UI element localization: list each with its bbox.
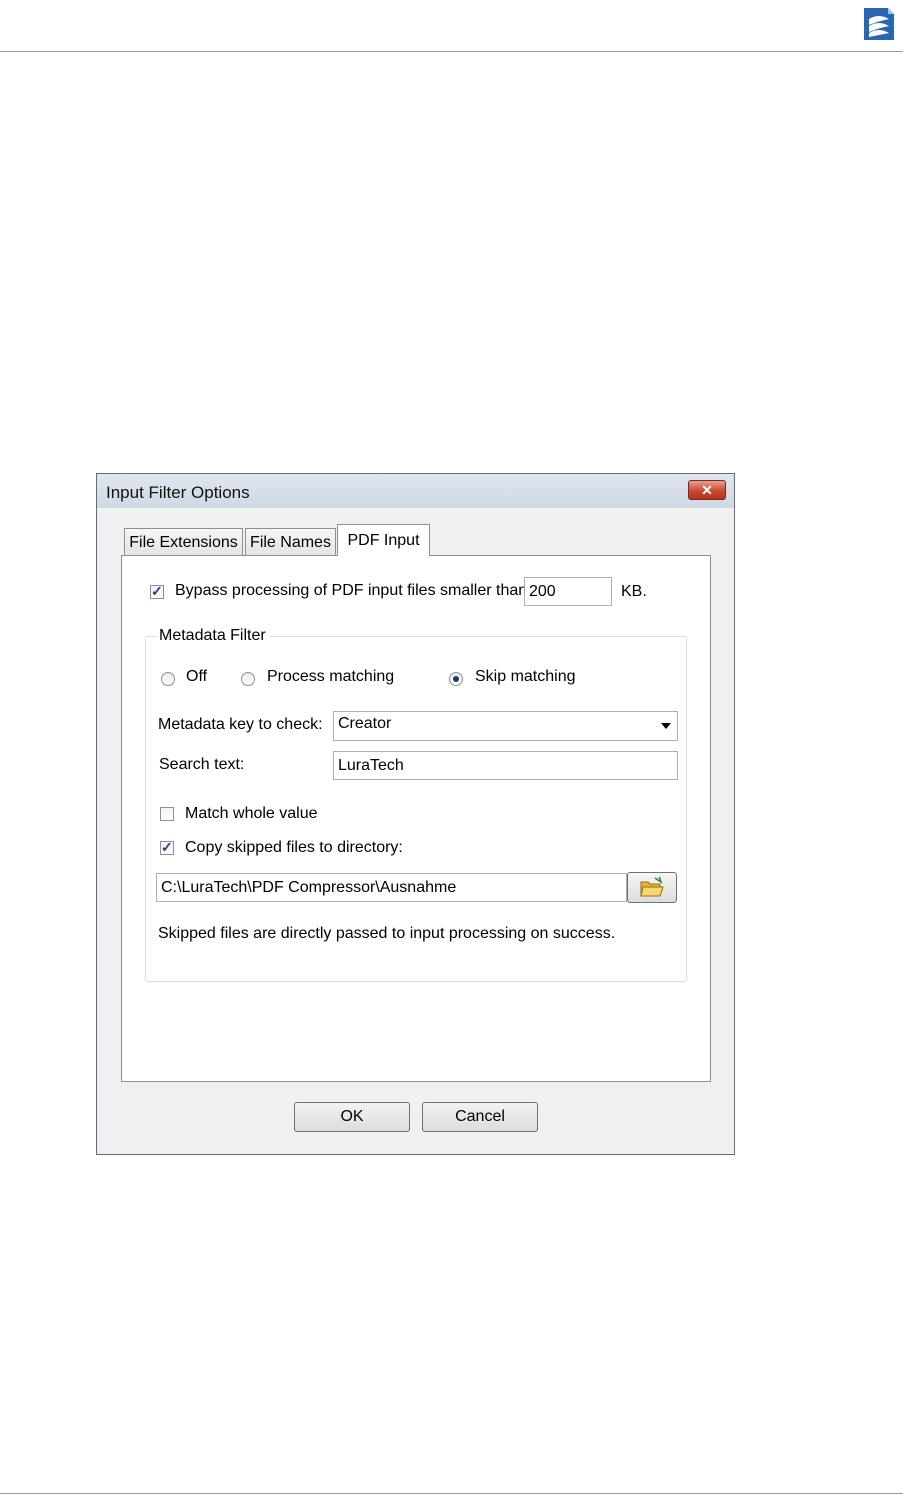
metadata-filter-legend: Metadata Filter — [156, 627, 269, 645]
search-text-label: Search text: — [159, 756, 245, 773]
ok-button-label: OK — [340, 1108, 364, 1125]
app-logo-icon — [864, 8, 894, 40]
tab-label: PDF Input — [347, 531, 420, 549]
chevron-down-icon[interactable] — [661, 723, 671, 729]
page-footer-rule — [0, 1493, 903, 1494]
close-icon: ✕ — [701, 482, 713, 498]
pdf-input-panel: Bypass processing of PDF input files sma… — [121, 555, 711, 1082]
tab-label: File Names — [250, 533, 331, 551]
radio-process-matching[interactable] — [241, 672, 255, 686]
radio-skip-matching-label: Skip matching — [475, 668, 576, 685]
copy-skipped-checkbox[interactable] — [160, 839, 174, 856]
radio-skip-matching[interactable] — [449, 672, 463, 686]
directory-path-input[interactable] — [156, 873, 627, 902]
tab-file-extensions[interactable]: File Extensions — [124, 528, 243, 556]
dialog-title: Input Filter Options — [106, 483, 250, 502]
radio-off-label: Off — [186, 668, 208, 685]
close-button[interactable]: ✕ — [688, 480, 726, 500]
tab-pdf-input[interactable]: PDF Input — [337, 524, 430, 556]
radio-process-matching-label: Process matching — [267, 668, 395, 685]
cancel-button-label: Cancel — [455, 1108, 505, 1125]
match-whole-value-label: Match whole value — [185, 805, 318, 822]
ok-button[interactable]: OK — [294, 1102, 410, 1132]
skipped-files-note: Skipped files are directly passed to inp… — [158, 925, 616, 942]
metadata-key-value: Creator — [338, 715, 392, 732]
radio-off[interactable] — [161, 672, 175, 686]
metadata-key-label: Metadata key to check: — [158, 716, 323, 733]
metadata-key-dropdown[interactable]: Creator — [333, 711, 678, 741]
tab-label: File Extensions — [129, 533, 238, 551]
page-header-rule — [0, 51, 903, 52]
search-text-input[interactable] — [333, 751, 678, 780]
tab-file-names[interactable]: File Names — [245, 528, 336, 556]
bypass-checkbox[interactable] — [150, 583, 164, 600]
cancel-button[interactable]: Cancel — [422, 1102, 538, 1132]
bypass-label: Bypass processing of PDF input files sma… — [175, 582, 528, 599]
copy-skipped-label: Copy skipped files to directory: — [185, 839, 403, 856]
browse-directory-button[interactable] — [627, 872, 677, 903]
folder-open-icon — [640, 877, 664, 897]
input-filter-options-dialog: Input Filter Options ✕ File Extensions F… — [96, 473, 735, 1155]
match-whole-value-checkbox[interactable] — [160, 807, 174, 821]
title-bar[interactable]: Input Filter Options ✕ — [97, 474, 734, 508]
bypass-size-input[interactable] — [524, 577, 612, 606]
bypass-unit-label: KB. — [621, 583, 647, 600]
